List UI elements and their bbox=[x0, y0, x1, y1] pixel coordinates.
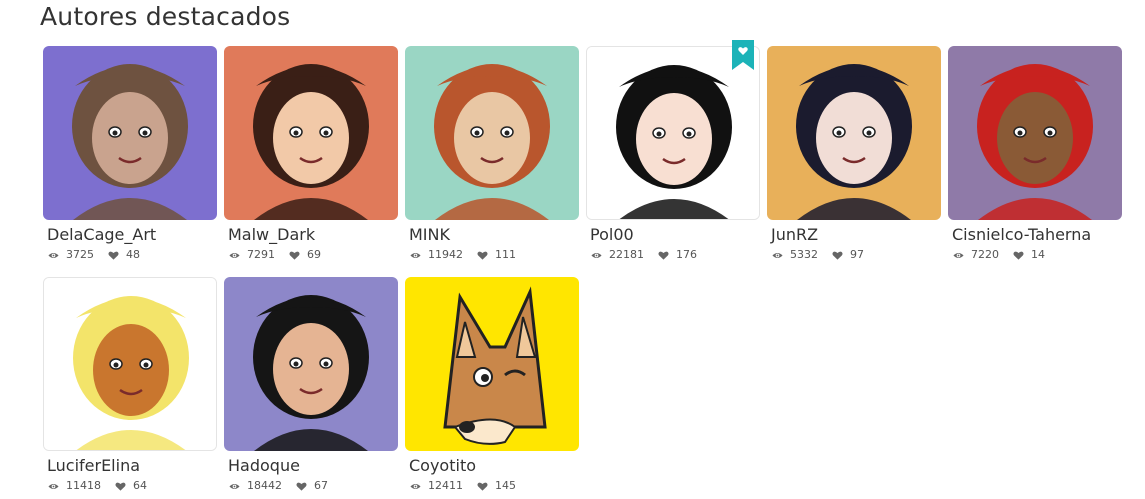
likes-count: 69 bbox=[307, 248, 321, 261]
views-count: 12411 bbox=[428, 479, 463, 492]
eye-icon bbox=[229, 481, 240, 492]
author-stats: 5332 97 bbox=[772, 248, 941, 262]
author-card[interactable]: DelaCage_Art 3725 48 bbox=[43, 46, 217, 267]
author-avatar[interactable] bbox=[405, 46, 579, 220]
eye-icon bbox=[772, 250, 783, 261]
heart-icon bbox=[658, 250, 669, 261]
eye-icon bbox=[410, 481, 421, 492]
heart-icon bbox=[108, 250, 119, 261]
author-name[interactable]: Hadoque bbox=[228, 456, 398, 476]
bookmark-heart-icon bbox=[732, 40, 754, 70]
author-avatar[interactable] bbox=[43, 277, 217, 451]
author-stats: 12411 145 bbox=[410, 479, 579, 493]
views-count: 11942 bbox=[428, 248, 463, 261]
views-count: 7291 bbox=[247, 248, 275, 261]
eye-icon bbox=[48, 481, 59, 492]
author-card[interactable]: LuciferElina 11418 64 bbox=[43, 277, 217, 498]
author-name[interactable]: LuciferElina bbox=[47, 456, 217, 476]
author-avatar[interactable] bbox=[948, 46, 1122, 220]
author-avatar[interactable] bbox=[224, 46, 398, 220]
author-stats: 11942 111 bbox=[410, 248, 579, 262]
author-stats: 7291 69 bbox=[229, 248, 398, 262]
author-name[interactable]: Coyotito bbox=[409, 456, 579, 476]
author-avatar[interactable] bbox=[586, 46, 760, 220]
views-count: 7220 bbox=[971, 248, 999, 261]
likes-count: 111 bbox=[495, 248, 516, 261]
authors-grid: DelaCage_Art 3725 48 Malw_Dark 7291 69 MINK 1… bbox=[43, 40, 1122, 498]
eye-icon bbox=[953, 250, 964, 261]
author-card[interactable]: Coyotito 12411 145 bbox=[405, 277, 579, 498]
author-stats: 11418 64 bbox=[48, 479, 217, 493]
likes-count: 145 bbox=[495, 479, 516, 492]
author-name[interactable]: MINK bbox=[409, 225, 579, 245]
eye-icon bbox=[410, 250, 421, 261]
author-avatar[interactable] bbox=[767, 46, 941, 220]
author-card[interactable]: Pol00 22181 176 bbox=[586, 40, 760, 267]
author-card[interactable]: MINK 11942 111 bbox=[405, 46, 579, 267]
likes-count: 176 bbox=[676, 248, 697, 261]
heart-icon bbox=[289, 250, 300, 261]
heart-icon bbox=[477, 250, 488, 261]
author-avatar[interactable] bbox=[43, 46, 217, 220]
likes-count: 67 bbox=[314, 479, 328, 492]
likes-count: 48 bbox=[126, 248, 140, 261]
heart-icon bbox=[115, 481, 126, 492]
likes-count: 97 bbox=[850, 248, 864, 261]
views-count: 18442 bbox=[247, 479, 282, 492]
author-card[interactable]: Cisnielco-Taherna 7220 14 bbox=[948, 46, 1122, 267]
author-card[interactable]: Malw_Dark 7291 69 bbox=[224, 46, 398, 267]
author-name[interactable]: JunRZ bbox=[771, 225, 941, 245]
author-avatar[interactable] bbox=[405, 277, 579, 451]
heart-icon bbox=[832, 250, 843, 261]
section-title: Autores destacados bbox=[40, 2, 291, 31]
views-count: 5332 bbox=[790, 248, 818, 261]
likes-count: 64 bbox=[133, 479, 147, 492]
author-name[interactable]: Cisnielco-Taherna bbox=[952, 225, 1122, 245]
author-stats: 7220 14 bbox=[953, 248, 1122, 262]
author-name[interactable]: Malw_Dark bbox=[228, 225, 398, 245]
views-count: 22181 bbox=[609, 248, 644, 261]
author-name[interactable]: Pol00 bbox=[590, 225, 760, 245]
views-count: 11418 bbox=[66, 479, 101, 492]
author-card[interactable]: JunRZ 5332 97 bbox=[767, 46, 941, 267]
eye-icon bbox=[48, 250, 59, 261]
author-name[interactable]: DelaCage_Art bbox=[47, 225, 217, 245]
author-avatar[interactable] bbox=[224, 277, 398, 451]
likes-count: 14 bbox=[1031, 248, 1045, 261]
heart-icon bbox=[1013, 250, 1024, 261]
eye-icon bbox=[229, 250, 240, 261]
author-card[interactable]: Hadoque 18442 67 bbox=[224, 277, 398, 498]
eye-icon bbox=[591, 250, 602, 261]
author-stats: 3725 48 bbox=[48, 248, 217, 262]
author-stats: 18442 67 bbox=[229, 479, 398, 493]
heart-icon bbox=[296, 481, 307, 492]
author-stats: 22181 176 bbox=[591, 248, 760, 262]
views-count: 3725 bbox=[66, 248, 94, 261]
heart-icon bbox=[477, 481, 488, 492]
